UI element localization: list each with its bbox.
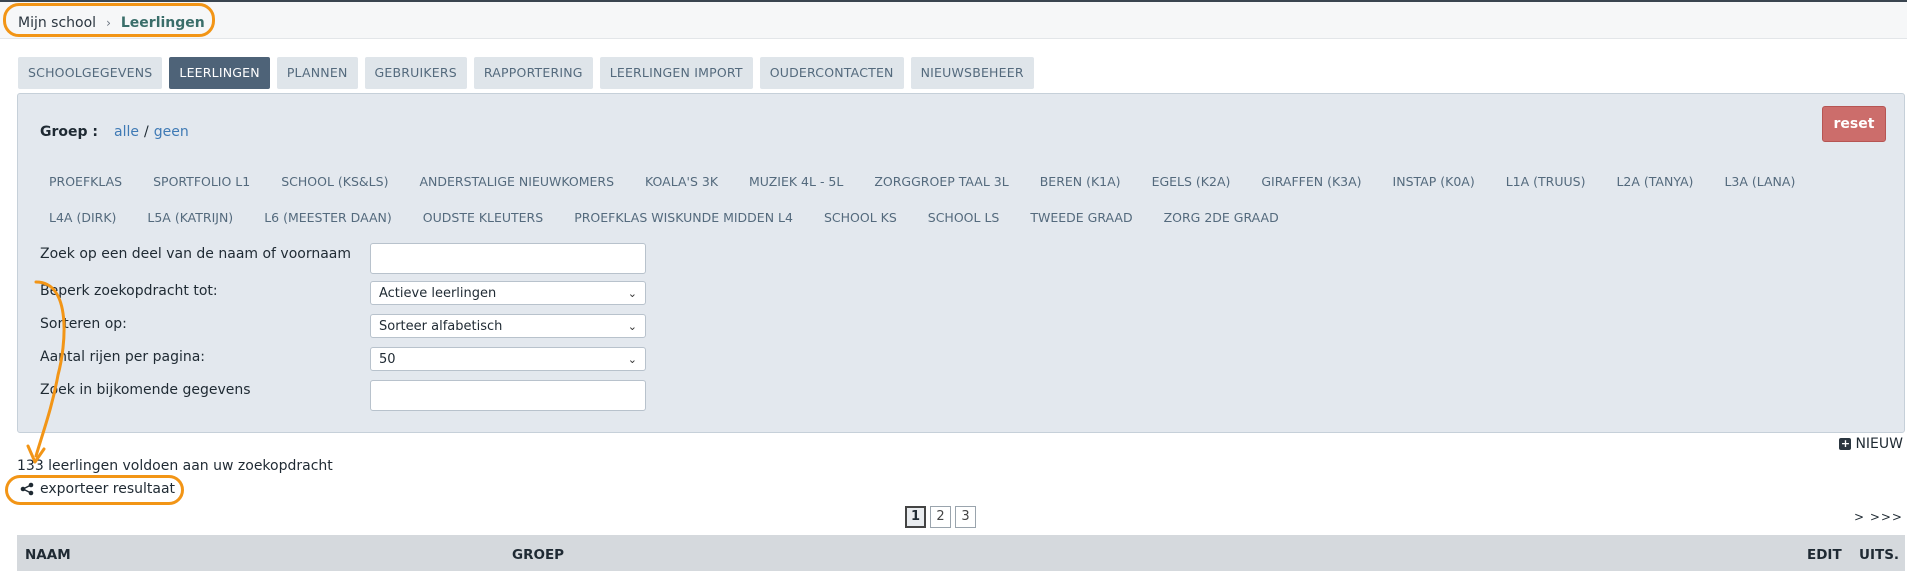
page-button[interactable]: 1 <box>905 506 926 528</box>
breadcrumb-bar: Mijn school › Leerlingen <box>0 2 1907 39</box>
select-none-link[interactable]: geen <box>154 124 189 140</box>
group-chip[interactable]: L2A (TANYA) <box>1604 170 1705 194</box>
group-label: Groep : <box>40 124 99 140</box>
new-button-label: NIEUW <box>1855 436 1903 452</box>
group-chip[interactable]: SPORTFOLIO L1 <box>141 170 262 194</box>
group-chip[interactable]: L6 (MEESTER DAAN) <box>252 206 404 230</box>
table-header: NAAM GROEP EDIT UITS. <box>17 535 1905 571</box>
sort-select-value: Sorteer alfabetisch <box>379 318 503 334</box>
group-selector: Groep : alle / geen <box>40 124 189 140</box>
group-chip[interactable]: TWEEDE GRAAD <box>1018 206 1144 230</box>
breadcrumb-highlight <box>3 3 215 37</box>
extra-search-label: Zoek in bijkomende gegevens <box>40 382 251 398</box>
group-chip[interactable]: OUDSTE KLEUTERS <box>411 206 555 230</box>
column-header-groep[interactable]: GROEP <box>512 547 564 563</box>
group-chip[interactable]: ANDERSTALIGE NIEUWKOMERS <box>407 170 626 194</box>
group-chip[interactable]: PROEFKLAS <box>37 170 134 194</box>
new-button[interactable]: + NIEUW <box>1839 436 1903 452</box>
chevron-down-icon: ⌄ <box>627 319 637 333</box>
group-chip[interactable]: SCHOOL (KS&LS) <box>269 170 400 194</box>
group-chip[interactable]: MUZIEK 4L - 5L <box>737 170 855 194</box>
group-chip[interactable]: EGELS (K2A) <box>1140 170 1243 194</box>
reset-button[interactable]: reset <box>1822 106 1886 142</box>
group-chip[interactable]: BEREN (K1A) <box>1028 170 1133 194</box>
group-chip[interactable]: PROEFKLAS WISKUNDE MIDDEN L4 <box>562 206 805 230</box>
group-chip[interactable]: KOALA'S 3K <box>633 170 730 194</box>
chevron-down-icon: ⌄ <box>627 286 637 300</box>
select-all-link[interactable]: alle <box>114 124 139 140</box>
group-chip[interactable]: SCHOOL KS <box>812 206 909 230</box>
sort-label: Sorteren op: <box>40 316 127 332</box>
group-chip[interactable]: INSTAP (K0A) <box>1381 170 1487 194</box>
main-tabs: SCHOOLGEGEVENS LEERLINGEN PLANNEN GEBRUI… <box>18 57 1034 89</box>
tab-schoolgegevens[interactable]: SCHOOLGEGEVENS <box>18 57 163 89</box>
group-chip[interactable]: ZORGGROEP TAAL 3L <box>862 170 1020 194</box>
tab-oudercontacten[interactable]: OUDERCONTACTEN <box>759 57 904 89</box>
column-header-uits: UITS. <box>1859 547 1900 563</box>
result-count: 133 leerlingen voldoen aan uw zoekopdrac… <box>17 458 333 474</box>
extra-search-input[interactable] <box>370 380 646 411</box>
rows-label: Aantal rijen per pagina: <box>40 349 206 365</box>
limit-select[interactable]: Actieve leerlingen ⌄ <box>370 281 646 305</box>
tab-plannen[interactable]: PLANNEN <box>276 57 358 89</box>
tab-gebruikers[interactable]: GEBRUIKERS <box>364 57 467 89</box>
limit-label: Beperk zoekopdracht tot: <box>40 283 218 299</box>
rows-per-page-select[interactable]: 50 ⌄ <box>370 347 646 371</box>
chevron-down-icon: ⌄ <box>627 352 637 366</box>
rows-select-value: 50 <box>379 351 396 367</box>
group-chip[interactable]: L1A (TRUUS) <box>1494 170 1598 194</box>
plus-icon: + <box>1839 437 1852 450</box>
page-button[interactable]: 2 <box>930 506 951 528</box>
group-chip[interactable]: ZORG 2DE GRAAD <box>1152 206 1291 230</box>
export-highlight <box>5 475 184 505</box>
filter-panel: Groep : alle / geen reset PROEFKLAS SPOR… <box>17 93 1905 433</box>
sort-select[interactable]: Sorteer alfabetisch ⌄ <box>370 314 646 338</box>
page-button[interactable]: 3 <box>955 506 976 528</box>
group-chip[interactable]: SCHOOL LS <box>916 206 1012 230</box>
group-chip[interactable]: GIRAFFEN (K3A) <box>1249 170 1373 194</box>
search-name-input[interactable] <box>370 243 646 274</box>
link-separator: / <box>144 124 149 140</box>
column-header-naam[interactable]: NAAM <box>25 547 71 563</box>
pagination: 1 2 3 <box>905 506 976 528</box>
column-header-edit: EDIT <box>1807 547 1842 563</box>
tab-nieuwsbeheer[interactable]: NIEUWSBEHEER <box>910 57 1034 89</box>
tab-rapportering[interactable]: RAPPORTERING <box>473 57 593 89</box>
group-chip[interactable]: L3A (LANA) <box>1712 170 1807 194</box>
limit-select-value: Actieve leerlingen <box>379 285 497 301</box>
group-chip[interactable]: L4A (DIRK) <box>37 206 128 230</box>
pagination-next[interactable]: > >>> <box>1854 510 1903 524</box>
search-name-label: Zoek op een deel van de naam of voornaam <box>40 246 352 262</box>
tab-leerlingen[interactable]: LEERLINGEN <box>169 57 270 89</box>
group-chips: PROEFKLAS SPORTFOLIO L1 SCHOOL (KS&LS) A… <box>37 170 1897 230</box>
group-chip[interactable]: L5A (KATRIJN) <box>135 206 245 230</box>
tab-leerlingen-import[interactable]: LEERLINGEN IMPORT <box>599 57 753 89</box>
